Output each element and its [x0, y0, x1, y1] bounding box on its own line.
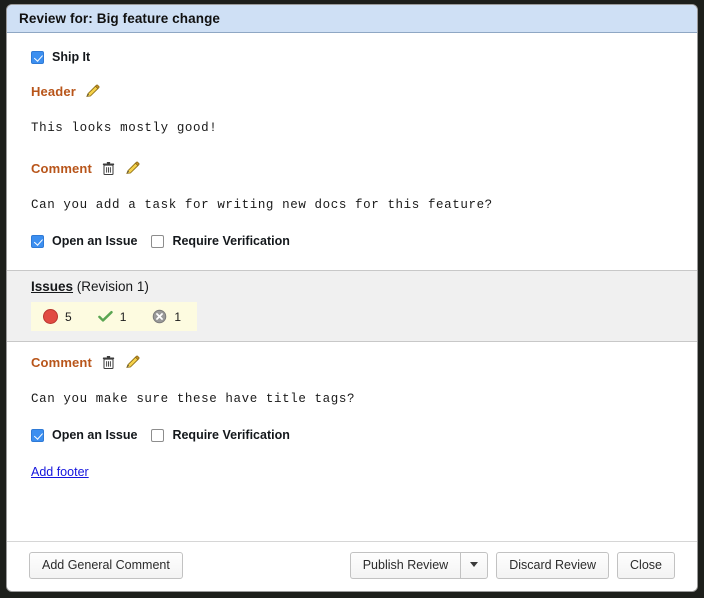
- issues-heading-revision: (Revision 1): [76, 279, 149, 294]
- issue-comment-section: Comment Can you make sure these have tit…: [7, 355, 697, 481]
- dropped-x-icon: [152, 309, 167, 324]
- open-an-issue-checkbox[interactable]: [31, 428, 44, 442]
- trash-icon[interactable]: [101, 161, 116, 176]
- close-button[interactable]: Close: [617, 551, 675, 579]
- dialog-footer: Add General Comment Publish Review Disca…: [7, 540, 697, 591]
- ship-it-row[interactable]: Ship It: [31, 33, 673, 64]
- general-comment-section: Comment Can you add a task for writing n…: [7, 161, 697, 248]
- publish-review-dropdown-button[interactable]: [460, 551, 489, 579]
- discard-review-button[interactable]: Discard Review: [496, 551, 610, 579]
- dialog-body: Ship It Header This looks mostly good! C…: [7, 33, 697, 541]
- issue-comment-label: Comment: [31, 355, 92, 370]
- open-an-issue-checkbox[interactable]: [31, 234, 44, 248]
- open-issue-dot-icon: [43, 309, 58, 324]
- issue-comment-text: Can you make sure these have title tags?: [31, 392, 356, 406]
- header-text: This looks mostly good!: [31, 121, 218, 135]
- trash-icon[interactable]: [101, 355, 116, 370]
- issue-counts-box: 5 1 1: [31, 302, 198, 331]
- ship-it-checkbox[interactable]: [31, 50, 44, 64]
- issues-heading-word[interactable]: Issues: [31, 279, 73, 294]
- add-footer-row: Add footer: [31, 463, 673, 481]
- require-verification-checkbox[interactable]: [151, 428, 165, 442]
- issue-comment-options: Open an Issue Require Verification: [31, 428, 673, 442]
- dropped-issues-count[interactable]: 1: [152, 309, 181, 324]
- open-issues-count[interactable]: 5: [43, 309, 72, 324]
- require-verification-label: Require Verification: [172, 234, 290, 248]
- require-verification-label: Require Verification: [172, 428, 290, 442]
- chevron-down-icon: [470, 562, 479, 568]
- header-field-section: Header This looks mostly good!: [7, 84, 697, 135]
- dialog-titlebar: Review for: Big feature change: [7, 5, 697, 33]
- require-verification-checkbox[interactable]: [151, 234, 165, 248]
- issues-band: Issues (Revision 1) 5 1 1: [7, 270, 697, 342]
- general-comment-label: Comment: [31, 161, 92, 176]
- dialog-title: Review for: Big feature change: [19, 11, 221, 26]
- add-footer-link[interactable]: Add footer: [31, 465, 89, 479]
- resolved-check-icon: [97, 309, 113, 324]
- issues-heading: Issues (Revision 1): [31, 279, 673, 294]
- pencil-icon[interactable]: [125, 355, 140, 370]
- general-comment-label-row: Comment: [31, 161, 673, 176]
- add-general-comment-button[interactable]: Add General Comment: [29, 551, 183, 579]
- issue-comment-label-row: Comment: [31, 355, 673, 370]
- resolved-issues-value: 1: [119, 309, 127, 324]
- pencil-icon[interactable]: [125, 161, 140, 176]
- open-an-issue-label: Open an Issue: [52, 428, 138, 442]
- general-comment-options: Open an Issue Require Verification: [31, 234, 673, 248]
- publish-review-button[interactable]: Publish Review: [349, 551, 461, 579]
- footer-actions: Publish Review Discard Review Close: [349, 551, 675, 579]
- pencil-icon[interactable]: [85, 84, 100, 99]
- publish-review-split-button: Publish Review: [349, 551, 489, 579]
- dropped-issues-value: 1: [174, 309, 182, 324]
- open-an-issue-label: Open an Issue: [52, 234, 138, 248]
- review-dialog: Review for: Big feature change Ship It H…: [6, 4, 698, 592]
- header-field-label: Header: [31, 84, 76, 99]
- ship-it-section: Ship It: [7, 33, 697, 64]
- open-issues-value: 5: [65, 309, 72, 324]
- general-comment-text: Can you add a task for writing new docs …: [31, 198, 493, 212]
- header-label-row: Header: [31, 84, 673, 99]
- resolved-issues-count[interactable]: 1: [97, 309, 127, 324]
- ship-it-label: Ship It: [52, 50, 91, 64]
